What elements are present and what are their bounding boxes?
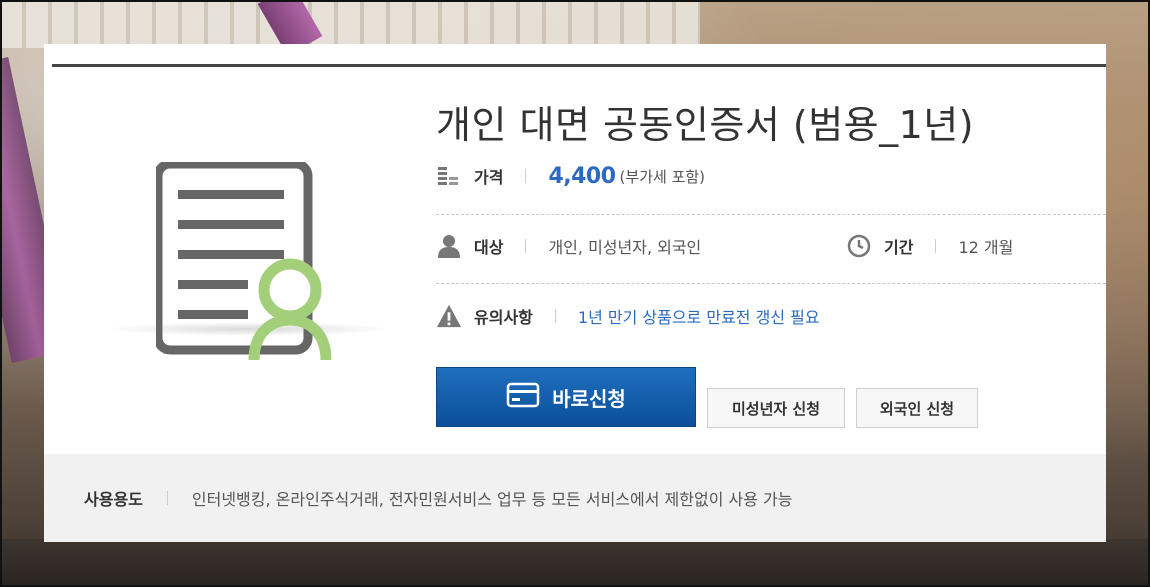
period-label: 기간: [884, 238, 914, 257]
card-top-border: [52, 64, 1106, 67]
price-vat-note: (부가세 포함): [619, 167, 706, 186]
apply-now-label: 바로신청: [552, 386, 626, 411]
separator: [525, 239, 527, 253]
product-card: 개인 대면 공동인증서 (범용_1년) 가격 4,400 (부가세 포함) 대상…: [44, 44, 1106, 542]
notice-label: 유의사항: [474, 308, 533, 327]
divider: [436, 214, 1106, 215]
foreigner-apply-button[interactable]: 외국인 신청: [856, 388, 978, 428]
target-row: 대상 개인, 미성년자, 외국인: [436, 226, 816, 266]
target-label: 대상: [474, 238, 504, 257]
minor-apply-button[interactable]: 미성년자 신청: [707, 388, 845, 428]
separator: [935, 239, 937, 253]
usage-value: 인터넷뱅킹, 온라인주식거래, 전자민원서비스 업무 등 모든 서비스에서 제한…: [191, 490, 793, 509]
separator: [525, 169, 527, 183]
period-row: 기간 12 개월: [846, 226, 1013, 266]
warning-icon: [436, 303, 462, 329]
usage-label: 사용용도: [84, 490, 143, 509]
divider: [436, 283, 1106, 284]
price-label: 가격: [474, 168, 504, 187]
price-value: 4,400: [548, 163, 616, 189]
clock-icon: [846, 233, 872, 259]
apply-now-button[interactable]: 바로신청: [436, 367, 696, 427]
price-row: 가격 4,400 (부가세 포함): [436, 156, 1106, 196]
separator: [554, 309, 556, 323]
target-value: 개인, 미성년자, 외국인: [548, 238, 702, 257]
person-icon: [436, 233, 462, 259]
credit-card-icon: [506, 382, 540, 412]
background-desk: [0, 539, 1150, 587]
coins-icon: [436, 163, 462, 189]
separator: [166, 491, 168, 505]
notice-row: 유의사항 1년 만기 상품으로 만료전 갱신 필요: [436, 296, 1106, 336]
background-notebook: [0, 0, 700, 48]
period-value: 12 개월: [958, 238, 1014, 257]
product-title: 개인 대면 공동인증서 (범용_1년): [436, 103, 975, 147]
certificate-document-icon: [156, 162, 332, 361]
usage-section: 사용용도 인터넷뱅킹, 온라인주식거래, 전자민원서비스 업무 등 모든 서비스…: [44, 454, 1106, 542]
notice-value: 1년 만기 상품으로 만료전 갱신 필요: [577, 308, 820, 327]
